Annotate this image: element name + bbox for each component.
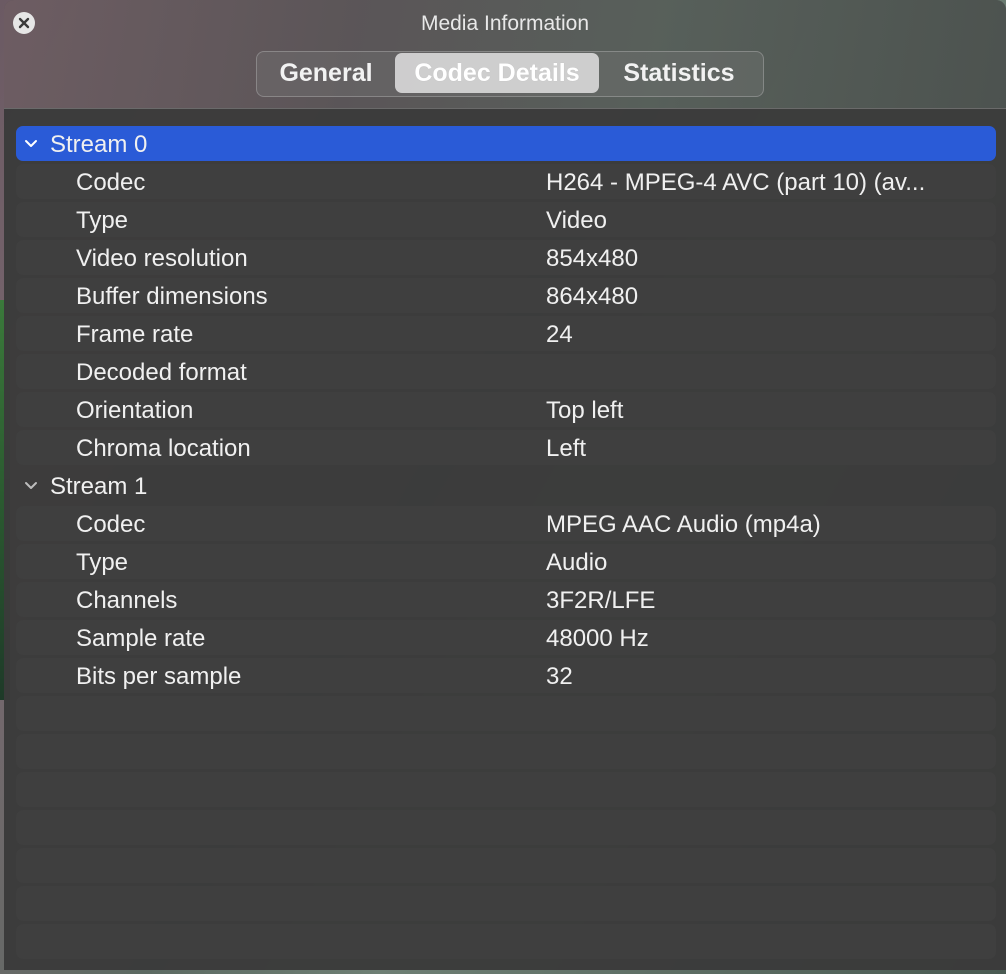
tree-row[interactable]: Orientation Top left — [16, 392, 996, 427]
row-value: 3F2R/LFE — [546, 587, 656, 614]
row-value: Left — [546, 435, 587, 462]
row-key: Buffer dimensions — [76, 283, 268, 310]
tree-row[interactable]: Codec MPEG AAC Audio (mp4a) — [16, 506, 996, 541]
row-value: Top left — [546, 397, 624, 424]
tab-codec-details[interactable]: Codec Details — [395, 53, 599, 93]
tree-row[interactable]: Frame rate 24 — [16, 316, 996, 351]
row-key: Orientation — [76, 397, 194, 424]
tree-row[interactable]: Codec H264 - MPEG-4 AVC (part 10) (av... — [16, 164, 996, 199]
tree-row[interactable]: Channels 3F2R/LFE — [16, 582, 996, 617]
row-key: Chroma location — [76, 435, 251, 462]
row-key: Video resolution — [76, 245, 248, 272]
tree-row[interactable]: Type Video — [16, 202, 996, 237]
row-value: MPEG AAC Audio (mp4a) — [546, 511, 821, 538]
row-key: Sample rate — [76, 625, 206, 652]
row-value: 854x480 — [546, 245, 639, 272]
row-key: Codec — [76, 511, 146, 538]
empty-row — [16, 772, 996, 807]
tree-row[interactable]: Type Audio — [16, 544, 996, 579]
row-value: 32 — [546, 663, 573, 690]
stream-label: Stream 1 — [50, 473, 148, 500]
empty-row — [16, 924, 996, 959]
row-value: 864x480 — [546, 283, 639, 310]
row-value: 24 — [546, 321, 573, 348]
tree-row[interactable]: Bits per sample 32 — [16, 658, 996, 693]
tree-row[interactable]: Sample rate 48000 Hz — [16, 620, 996, 655]
row-key: Frame rate — [76, 321, 194, 348]
chevron-down-icon[interactable] — [24, 479, 38, 493]
row-value: Video — [546, 207, 607, 234]
tab-label: Statistics — [623, 58, 735, 87]
empty-row — [16, 734, 996, 769]
tab-bar: General Codec Details Statistics — [256, 51, 764, 97]
stream-1-header[interactable]: Stream 1 — [16, 468, 996, 503]
tab-label: General — [279, 58, 373, 87]
empty-row — [16, 696, 996, 731]
media-information-window: Media Information General Codec Details … — [4, 0, 1006, 970]
tab-general[interactable]: General — [257, 52, 395, 94]
row-value: Audio — [546, 549, 608, 576]
row-key: Type — [76, 207, 129, 234]
empty-row — [16, 886, 996, 921]
empty-row — [16, 810, 996, 845]
tree-row[interactable]: Decoded format — [16, 354, 996, 389]
row-key: Type — [76, 549, 129, 576]
tree-row[interactable]: Buffer dimensions 864x480 — [16, 278, 996, 313]
row-value: 48000 Hz — [546, 625, 649, 652]
empty-row — [16, 848, 996, 883]
tree-row[interactable]: Chroma location Left — [16, 430, 996, 465]
stream-label: Stream 0 — [50, 131, 148, 158]
chevron-down-icon[interactable] — [24, 137, 38, 151]
row-key: Decoded format — [76, 359, 247, 386]
row-key: Channels — [76, 587, 178, 614]
stream-0-header[interactable]: Stream 0 — [16, 126, 996, 161]
window-title: Media Information — [420, 12, 590, 35]
row-key: Bits per sample — [76, 663, 242, 690]
tree-row[interactable]: Video resolution 854x480 — [16, 240, 996, 275]
row-key: Codec — [76, 169, 146, 196]
codec-tree: Stream 0 Codec H264 - MPEG-4 AVC (part 10… — [16, 126, 996, 962]
tab-label: Codec Details — [414, 58, 580, 87]
tab-statistics[interactable]: Statistics — [599, 52, 759, 94]
title-bar: Media Information General Codec Details … — [4, 0, 1006, 109]
row-value: H264 - MPEG-4 AVC (part 10) (av... — [546, 169, 926, 196]
